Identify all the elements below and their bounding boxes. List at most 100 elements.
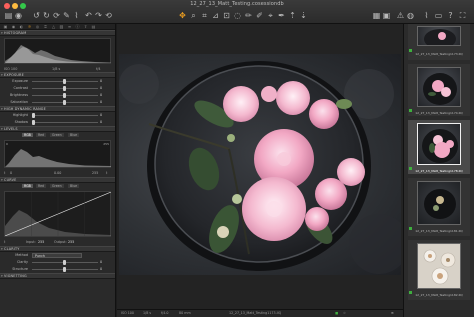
- forward-icon[interactable]: ↷: [94, 11, 103, 20]
- details-tab-icon[interactable]: △: [51, 24, 56, 29]
- local-tab-icon[interactable]: ▨: [59, 24, 64, 29]
- saturation-knob[interactable]: [63, 100, 66, 105]
- metadata-tab-icon[interactable]: ⓘ: [75, 24, 80, 29]
- brush-icon[interactable]: ✏: [244, 11, 253, 20]
- curve-output-value[interactable]: 255: [68, 239, 74, 246]
- contrast-knob[interactable]: [63, 86, 66, 91]
- saturation-slider[interactable]: Saturation 0: [0, 99, 115, 106]
- pan-icon[interactable]: ✥: [178, 11, 187, 20]
- reset-icon[interactable]: ⟲: [104, 11, 113, 20]
- viewer-icon[interactable]: ▭: [434, 11, 443, 20]
- eyedropper-icon[interactable]: ⌇: [72, 11, 81, 20]
- spot-icon[interactable]: ◌: [233, 11, 242, 20]
- shadow-knob[interactable]: [32, 120, 35, 125]
- browser-thumbnail[interactable]: 12_27_13_Matt_Testing1182.IIQ: [408, 240, 470, 300]
- structure-knob[interactable]: [63, 267, 66, 272]
- lens-tab-icon[interactable]: ◎: [35, 24, 40, 29]
- crop-icon[interactable]: ⌗: [200, 11, 209, 20]
- status-rating-icon[interactable]: ■: [335, 310, 338, 317]
- levels-tab-blue[interactable]: Blue: [68, 133, 80, 137]
- eyedropper-right-icon[interactable]: ⌇: [422, 11, 431, 20]
- levels-bottom-left[interactable]: 0: [10, 170, 12, 177]
- curve-graph[interactable]: [4, 191, 112, 237]
- curve-picker-icon[interactable]: ⌇: [4, 239, 6, 246]
- exposure-slider[interactable]: Exposure 0: [0, 78, 115, 85]
- undo-icon[interactable]: ↺: [32, 11, 41, 20]
- vignetting-header[interactable]: VIGNETTING: [0, 273, 115, 279]
- brightness-knob[interactable]: [63, 93, 66, 98]
- copy-adjust-icon[interactable]: ⇡: [288, 11, 297, 20]
- status-star-icon[interactable]: ☆: [343, 310, 346, 317]
- eraser-icon[interactable]: ✐: [255, 11, 264, 20]
- proof-icon[interactable]: ▣: [382, 11, 391, 20]
- levels-bottom-right[interactable]: 255: [92, 170, 98, 177]
- highlight-slider[interactable]: Highlight 0: [0, 112, 115, 119]
- composition-tab-icon[interactable]: ⌗: [43, 24, 48, 29]
- browser-thumbnail[interactable]: 12_27_13_Matt_Testing1173.IIQ: [408, 24, 470, 60]
- pick-icon[interactable]: ✎: [62, 11, 71, 20]
- exposure-knob[interactable]: [63, 79, 66, 84]
- capture-tab-icon[interactable]: ◉: [11, 24, 16, 29]
- curve-input-value[interactable]: 255: [38, 239, 44, 246]
- highlight-track[interactable]: [32, 115, 98, 116]
- shadow-slider[interactable]: Shadow 0: [0, 119, 115, 126]
- shadow-track[interactable]: [32, 122, 98, 123]
- keystone-icon[interactable]: ⊡: [222, 11, 231, 20]
- curve-tab-red[interactable]: Red: [36, 184, 47, 188]
- status-aperture: f/4.0: [161, 311, 169, 315]
- levels-tab-red[interactable]: Red: [36, 133, 47, 137]
- annotate-icon[interactable]: ✒: [277, 11, 286, 20]
- curve-tab-rgb[interactable]: RGB: [22, 184, 33, 188]
- apply-adjust-icon[interactable]: ⇣: [299, 11, 308, 20]
- levels-graph[interactable]: 0 255: [4, 140, 111, 168]
- library-tab-icon[interactable]: ▣: [3, 24, 8, 29]
- picker-icon[interactable]: ⌖: [266, 11, 275, 20]
- image-viewer[interactable]: [117, 24, 403, 309]
- main-photo[interactable]: [119, 54, 401, 275]
- back-icon[interactable]: ↶: [84, 11, 93, 20]
- loupe-icon[interactable]: ⌕: [189, 11, 198, 20]
- clarity-value[interactable]: 0: [100, 259, 112, 266]
- help-icon[interactable]: ?: [446, 11, 455, 20]
- curve-tab-blue[interactable]: Blue: [68, 184, 80, 188]
- browser-thumbnail-selected[interactable]: 12_27_13_Matt_Testing1178.IIQ: [408, 120, 470, 174]
- shadow-value[interactable]: 0: [100, 119, 112, 126]
- straighten-icon[interactable]: ⊿: [211, 11, 220, 20]
- import-icon[interactable]: ▤: [4, 11, 13, 20]
- focus-mask-icon[interactable]: ◍: [406, 11, 415, 20]
- highlight-value[interactable]: 0: [100, 112, 112, 119]
- brightness-slider[interactable]: Brightness 0: [0, 92, 115, 99]
- brightness-value[interactable]: 0: [100, 92, 112, 99]
- grid-icon[interactable]: ▦: [372, 11, 381, 20]
- clarity-slider[interactable]: Clarity 0: [0, 259, 115, 266]
- fullscreen-icon[interactable]: ⛶: [458, 11, 467, 20]
- structure-value[interactable]: 0: [100, 266, 112, 273]
- exposure-value[interactable]: 0: [100, 78, 112, 85]
- status-zoom-icon[interactable]: ⊕: [391, 310, 394, 317]
- clarity-method-select[interactable]: Punch: [32, 253, 82, 258]
- contrast-value[interactable]: 0: [100, 85, 112, 92]
- levels-black-picker-icon[interactable]: ⌇: [4, 170, 6, 177]
- highlight-knob[interactable]: [32, 113, 35, 118]
- sync-icon[interactable]: ⟳: [52, 11, 61, 20]
- levels-bottom-mid[interactable]: 0.00: [54, 170, 61, 177]
- redo-icon[interactable]: ↻: [42, 11, 51, 20]
- capture-icon[interactable]: ◉: [14, 11, 23, 20]
- histogram-header[interactable]: HISTOGRAM: [0, 30, 115, 36]
- batch-tab-icon[interactable]: ▤: [91, 24, 96, 29]
- exposure-tab-icon[interactable]: ☼: [27, 24, 32, 29]
- output-tab-icon[interactable]: ⇪: [83, 24, 88, 29]
- contrast-slider[interactable]: Contrast 0: [0, 85, 115, 92]
- levels-tab-green[interactable]: Green: [50, 133, 64, 137]
- color-tab-icon[interactable]: ◐: [19, 24, 24, 29]
- levels-white-picker-icon[interactable]: ⌇: [106, 170, 108, 177]
- browser-thumbnail[interactable]: 12_27_13_Matt_Testing1181.IIQ: [408, 178, 470, 236]
- adjust-tab-icon[interactable]: ≡: [67, 24, 72, 29]
- curve-tab-green[interactable]: Green: [50, 184, 64, 188]
- browser-thumbnail[interactable]: 12_27_13_Matt_Testing1174.IIQ: [408, 64, 470, 116]
- structure-slider[interactable]: Structure 0: [0, 266, 115, 273]
- clarity-knob[interactable]: [63, 260, 66, 265]
- saturation-value[interactable]: 0: [100, 99, 112, 106]
- levels-tab-rgb[interactable]: RGB: [22, 133, 33, 137]
- warning-icon[interactable]: ⚠: [396, 11, 405, 20]
